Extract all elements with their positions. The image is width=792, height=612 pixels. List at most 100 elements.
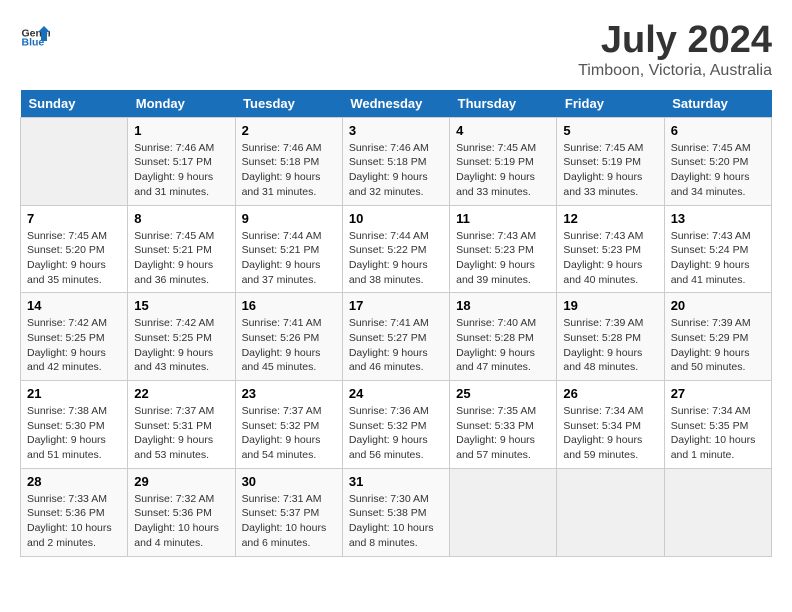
header-monday: Monday [128, 90, 235, 118]
day-info: Sunrise: 7:44 AM Sunset: 5:21 PM Dayligh… [242, 229, 336, 288]
day-number: 5 [563, 123, 657, 138]
table-row: 27 Sunrise: 7:34 AM Sunset: 5:35 PM Dayl… [664, 381, 771, 469]
header-tuesday: Tuesday [235, 90, 342, 118]
day-info: Sunrise: 7:43 AM Sunset: 5:23 PM Dayligh… [563, 229, 657, 288]
day-number: 1 [134, 123, 228, 138]
day-info: Sunrise: 7:34 AM Sunset: 5:35 PM Dayligh… [671, 404, 765, 463]
table-row: 2 Sunrise: 7:46 AM Sunset: 5:18 PM Dayli… [235, 117, 342, 205]
day-number: 9 [242, 211, 336, 226]
table-row: 30 Sunrise: 7:31 AM Sunset: 5:37 PM Dayl… [235, 468, 342, 556]
month-year-title: July 2024 [578, 20, 772, 62]
day-number: 28 [27, 474, 121, 489]
day-number: 7 [27, 211, 121, 226]
day-number: 14 [27, 298, 121, 313]
table-row: 14 Sunrise: 7:42 AM Sunset: 5:25 PM Dayl… [21, 293, 128, 381]
table-row: 7 Sunrise: 7:45 AM Sunset: 5:20 PM Dayli… [21, 205, 128, 293]
day-number: 13 [671, 211, 765, 226]
day-info: Sunrise: 7:39 AM Sunset: 5:29 PM Dayligh… [671, 316, 765, 375]
table-row [21, 117, 128, 205]
header-saturday: Saturday [664, 90, 771, 118]
day-number: 31 [349, 474, 443, 489]
day-number: 26 [563, 386, 657, 401]
day-number: 23 [242, 386, 336, 401]
calendar-week-row: 7 Sunrise: 7:45 AM Sunset: 5:20 PM Dayli… [21, 205, 772, 293]
day-info: Sunrise: 7:32 AM Sunset: 5:36 PM Dayligh… [134, 492, 228, 551]
table-row: 22 Sunrise: 7:37 AM Sunset: 5:31 PM Dayl… [128, 381, 235, 469]
table-row [450, 468, 557, 556]
logo: General Blue [20, 20, 50, 50]
day-info: Sunrise: 7:35 AM Sunset: 5:33 PM Dayligh… [456, 404, 550, 463]
logo-icon: General Blue [20, 20, 50, 50]
calendar-week-row: 21 Sunrise: 7:38 AM Sunset: 5:30 PM Dayl… [21, 381, 772, 469]
day-number: 19 [563, 298, 657, 313]
table-row: 8 Sunrise: 7:45 AM Sunset: 5:21 PM Dayli… [128, 205, 235, 293]
page-header: General Blue July 2024 Timboon, Victoria… [20, 20, 772, 80]
day-info: Sunrise: 7:46 AM Sunset: 5:18 PM Dayligh… [349, 141, 443, 200]
day-info: Sunrise: 7:42 AM Sunset: 5:25 PM Dayligh… [134, 316, 228, 375]
day-info: Sunrise: 7:45 AM Sunset: 5:20 PM Dayligh… [671, 141, 765, 200]
day-number: 25 [456, 386, 550, 401]
day-number: 27 [671, 386, 765, 401]
table-row: 5 Sunrise: 7:45 AM Sunset: 5:19 PM Dayli… [557, 117, 664, 205]
table-row: 15 Sunrise: 7:42 AM Sunset: 5:25 PM Dayl… [128, 293, 235, 381]
day-info: Sunrise: 7:45 AM Sunset: 5:19 PM Dayligh… [456, 141, 550, 200]
day-number: 17 [349, 298, 443, 313]
day-number: 18 [456, 298, 550, 313]
day-number: 8 [134, 211, 228, 226]
day-info: Sunrise: 7:40 AM Sunset: 5:28 PM Dayligh… [456, 316, 550, 375]
day-info: Sunrise: 7:39 AM Sunset: 5:28 PM Dayligh… [563, 316, 657, 375]
day-number: 11 [456, 211, 550, 226]
table-row: 21 Sunrise: 7:38 AM Sunset: 5:30 PM Dayl… [21, 381, 128, 469]
table-row: 23 Sunrise: 7:37 AM Sunset: 5:32 PM Dayl… [235, 381, 342, 469]
table-row: 3 Sunrise: 7:46 AM Sunset: 5:18 PM Dayli… [342, 117, 449, 205]
table-row: 19 Sunrise: 7:39 AM Sunset: 5:28 PM Dayl… [557, 293, 664, 381]
day-info: Sunrise: 7:31 AM Sunset: 5:37 PM Dayligh… [242, 492, 336, 551]
day-number: 29 [134, 474, 228, 489]
table-row [557, 468, 664, 556]
table-row: 4 Sunrise: 7:45 AM Sunset: 5:19 PM Dayli… [450, 117, 557, 205]
day-number: 15 [134, 298, 228, 313]
day-info: Sunrise: 7:43 AM Sunset: 5:23 PM Dayligh… [456, 229, 550, 288]
day-info: Sunrise: 7:38 AM Sunset: 5:30 PM Dayligh… [27, 404, 121, 463]
header-sunday: Sunday [21, 90, 128, 118]
table-row: 10 Sunrise: 7:44 AM Sunset: 5:22 PM Dayl… [342, 205, 449, 293]
calendar-week-row: 28 Sunrise: 7:33 AM Sunset: 5:36 PM Dayl… [21, 468, 772, 556]
table-row: 31 Sunrise: 7:30 AM Sunset: 5:38 PM Dayl… [342, 468, 449, 556]
day-info: Sunrise: 7:37 AM Sunset: 5:32 PM Dayligh… [242, 404, 336, 463]
table-row: 26 Sunrise: 7:34 AM Sunset: 5:34 PM Dayl… [557, 381, 664, 469]
day-info: Sunrise: 7:34 AM Sunset: 5:34 PM Dayligh… [563, 404, 657, 463]
svg-text:Blue: Blue [22, 37, 45, 49]
day-info: Sunrise: 7:33 AM Sunset: 5:36 PM Dayligh… [27, 492, 121, 551]
table-row: 13 Sunrise: 7:43 AM Sunset: 5:24 PM Dayl… [664, 205, 771, 293]
day-info: Sunrise: 7:46 AM Sunset: 5:17 PM Dayligh… [134, 141, 228, 200]
table-row: 9 Sunrise: 7:44 AM Sunset: 5:21 PM Dayli… [235, 205, 342, 293]
day-info: Sunrise: 7:44 AM Sunset: 5:22 PM Dayligh… [349, 229, 443, 288]
day-number: 22 [134, 386, 228, 401]
calendar-week-row: 14 Sunrise: 7:42 AM Sunset: 5:25 PM Dayl… [21, 293, 772, 381]
day-number: 21 [27, 386, 121, 401]
table-row: 29 Sunrise: 7:32 AM Sunset: 5:36 PM Dayl… [128, 468, 235, 556]
table-row: 28 Sunrise: 7:33 AM Sunset: 5:36 PM Dayl… [21, 468, 128, 556]
day-number: 4 [456, 123, 550, 138]
table-row [664, 468, 771, 556]
weekday-header-row: Sunday Monday Tuesday Wednesday Thursday… [21, 90, 772, 118]
day-info: Sunrise: 7:46 AM Sunset: 5:18 PM Dayligh… [242, 141, 336, 200]
day-number: 3 [349, 123, 443, 138]
day-info: Sunrise: 7:30 AM Sunset: 5:38 PM Dayligh… [349, 492, 443, 551]
title-section: July 2024 Timboon, Victoria, Australia [578, 20, 772, 80]
day-number: 30 [242, 474, 336, 489]
day-info: Sunrise: 7:43 AM Sunset: 5:24 PM Dayligh… [671, 229, 765, 288]
header-wednesday: Wednesday [342, 90, 449, 118]
day-info: Sunrise: 7:45 AM Sunset: 5:21 PM Dayligh… [134, 229, 228, 288]
day-number: 24 [349, 386, 443, 401]
calendar-table: Sunday Monday Tuesday Wednesday Thursday… [20, 90, 772, 557]
day-number: 12 [563, 211, 657, 226]
day-info: Sunrise: 7:45 AM Sunset: 5:19 PM Dayligh… [563, 141, 657, 200]
day-info: Sunrise: 7:37 AM Sunset: 5:31 PM Dayligh… [134, 404, 228, 463]
table-row: 25 Sunrise: 7:35 AM Sunset: 5:33 PM Dayl… [450, 381, 557, 469]
header-thursday: Thursday [450, 90, 557, 118]
day-info: Sunrise: 7:42 AM Sunset: 5:25 PM Dayligh… [27, 316, 121, 375]
day-info: Sunrise: 7:36 AM Sunset: 5:32 PM Dayligh… [349, 404, 443, 463]
day-number: 2 [242, 123, 336, 138]
table-row: 11 Sunrise: 7:43 AM Sunset: 5:23 PM Dayl… [450, 205, 557, 293]
